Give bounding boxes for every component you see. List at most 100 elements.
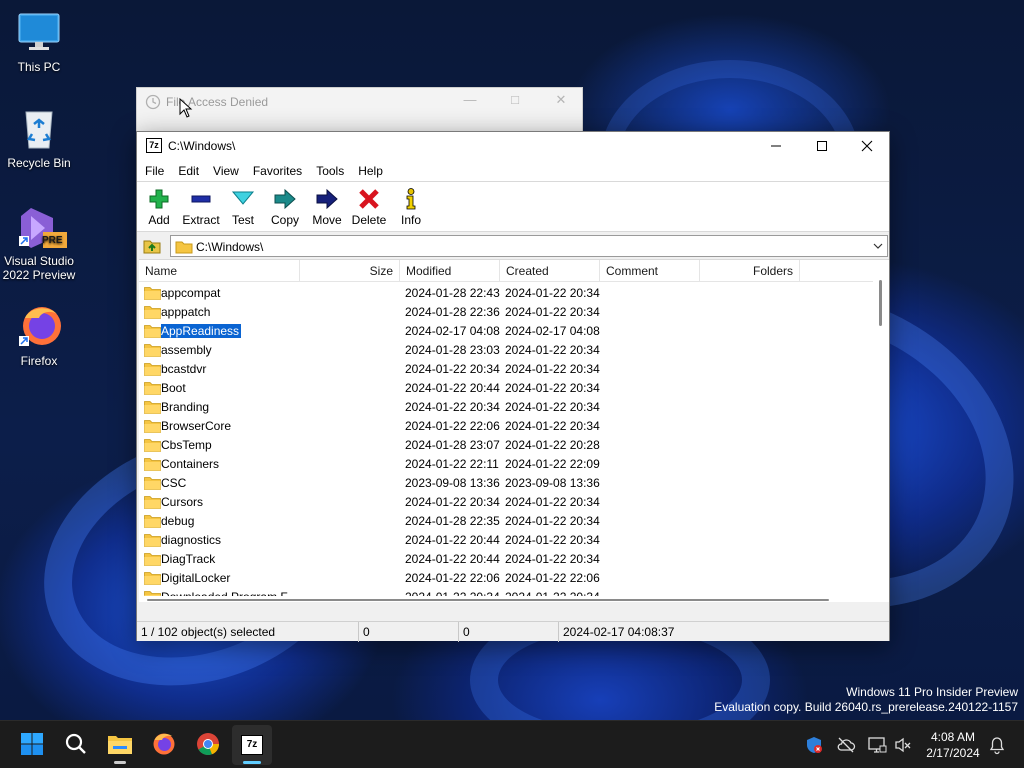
minimize-button[interactable] [753, 132, 799, 160]
maximize-button[interactable] [799, 132, 845, 160]
table-row[interactable]: CbsTemp 2024-01-28 23:07 2024-01-22 20:28 [139, 436, 873, 455]
column-folders[interactable]: Folders [700, 260, 800, 282]
search-button[interactable] [56, 725, 96, 765]
file-created: 2024-01-22 20:34 [505, 362, 600, 376]
table-row[interactable]: diagnostics 2024-01-22 20:44 2024-01-22 20… [139, 531, 873, 550]
monitor-icon [17, 10, 61, 54]
copy-arrow-icon [273, 188, 297, 210]
file-modified: 2024-01-22 22:06 [405, 571, 500, 585]
taskbar-file-explorer[interactable] [100, 725, 140, 765]
start-button[interactable] [12, 725, 52, 765]
column-name[interactable]: Name [139, 260, 300, 282]
file-created: 2024-01-22 20:34 [505, 286, 600, 300]
column-comment[interactable]: Comment [600, 260, 700, 282]
add-button[interactable]: Add [139, 186, 179, 230]
file-name: apppatch [161, 305, 211, 319]
horizontal-scroll-thumb[interactable] [147, 599, 829, 601]
file-name: CbsTemp [161, 438, 212, 452]
folder-icon [144, 381, 161, 395]
copy-button[interactable]: Copy [265, 186, 305, 230]
taskbar-chrome[interactable] [188, 725, 228, 765]
window-titlebar[interactable]: 7z C:\Windows\ [137, 132, 889, 160]
visual-studio-icon: PRE [17, 204, 67, 248]
status-packed: 0 [459, 622, 559, 642]
file-created: 2024-01-22 20:34 [505, 305, 600, 319]
table-row[interactable]: apppatch 2024-01-28 22:36 2024-01-22 20:34 [139, 303, 873, 322]
status-bar: 1 / 102 object(s) selected 0 0 2024-02-1… [137, 621, 889, 642]
column-modified[interactable]: Modified [400, 260, 500, 282]
taskbar-firefox[interactable] [144, 725, 184, 765]
clock-icon [145, 94, 161, 113]
extract-button[interactable]: Extract [181, 186, 221, 230]
file-explorer-icon [107, 733, 133, 758]
chevron-down-icon[interactable] [871, 239, 885, 253]
menu-help[interactable]: Help [352, 164, 389, 178]
desktop-icon-visual-studio[interactable]: PRE Visual Studio 2022 Preview [1, 204, 77, 282]
volume-muted-icon[interactable] [893, 735, 913, 755]
file-name: debug [161, 514, 195, 528]
status-date: 2024-02-17 04:08:37 [563, 625, 675, 639]
up-folder-button[interactable] [141, 236, 163, 256]
delete-button[interactable]: Delete [349, 186, 389, 230]
vertical-scrollbar[interactable] [873, 260, 889, 602]
table-row[interactable]: bcastdvr 2024-01-22 20:34 2024-01-22 20:34 [139, 360, 873, 379]
bg-maximize-button[interactable]: □ [495, 92, 535, 114]
folder-icon [144, 495, 161, 509]
active-indicator [243, 761, 261, 764]
notification-bell-icon[interactable] [987, 735, 1007, 755]
table-row[interactable]: CSC 2023-09-08 13:36 2023-09-08 13:36 [139, 474, 873, 493]
7zip-app-icon: 7z [146, 138, 162, 153]
folder-icon [144, 419, 161, 433]
move-button[interactable]: Move [307, 186, 347, 230]
address-input[interactable]: C:\Windows\ [170, 235, 888, 257]
desktop-icon-recycle-bin[interactable]: Recycle Bin [1, 106, 77, 170]
table-row[interactable]: Containers 2024-01-22 22:11 2024-01-22 22:… [139, 455, 873, 474]
test-button[interactable]: Test [223, 186, 263, 230]
7zip-icon: 7z [241, 735, 263, 755]
menu-favorites[interactable]: Favorites [247, 164, 308, 178]
info-button[interactable]: Info [391, 186, 431, 230]
desktop-icon-firefox[interactable]: Firefox [1, 304, 77, 368]
table-row[interactable]: Cursors 2024-01-22 20:34 2024-01-22 20:34 [139, 493, 873, 512]
menu-tools[interactable]: Tools [310, 164, 350, 178]
table-row[interactable]: BrowserCore 2024-01-22 22:06 2024-01-22 20… [139, 417, 873, 436]
table-row[interactable]: Boot 2024-01-22 20:44 2024-01-22 20:34 [139, 379, 873, 398]
table-row[interactable]: DigitalLocker 2024-01-22 22:06 2024-01-22 … [139, 569, 873, 588]
folder-icon [144, 514, 161, 528]
folder-icon [144, 324, 161, 338]
network-icon[interactable] [867, 735, 887, 755]
vertical-scroll-thumb[interactable] [879, 280, 882, 326]
taskbar-7zip[interactable]: 7z [232, 725, 272, 765]
cloud-offline-icon[interactable] [836, 735, 856, 755]
menu-edit[interactable]: Edit [172, 164, 205, 178]
column-created[interactable]: Created [500, 260, 600, 282]
table-row[interactable]: appcompat 2024-01-28 22:43 2024-01-22 20:3… [139, 284, 873, 303]
list-header: Name Size Modified Created Comment Folde… [139, 260, 873, 282]
table-row[interactable]: Branding 2024-01-22 20:34 2024-01-22 20:34 [139, 398, 873, 417]
clock-date: 2/17/2024 [926, 746, 980, 760]
folder-icon [175, 240, 193, 257]
watermark-line2: Evaluation copy. Build 26040.rs_prerelea… [714, 700, 1018, 714]
file-created: 2024-01-22 20:34 [505, 400, 600, 414]
table-row[interactable]: assembly 2024-01-28 23:03 2024-01-22 20:34 [139, 341, 873, 360]
column-size[interactable]: Size [300, 260, 400, 282]
file-created: 2024-01-22 20:28 [505, 438, 600, 452]
close-button[interactable] [844, 132, 890, 160]
table-row[interactable]: DiagTrack 2024-01-22 20:44 2024-01-22 20:3… [139, 550, 873, 569]
file-list[interactable]: Name Size Modified Created Comment Folde… [139, 259, 889, 602]
table-row[interactable]: debug 2024-01-28 22:35 2024-01-22 20:34 [139, 512, 873, 531]
address-text: C:\Windows\ [196, 240, 264, 254]
table-row[interactable]: AppReadiness 2024-02-17 04:08 2024-02-17 0… [139, 322, 873, 341]
horizontal-scrollbar[interactable] [139, 596, 873, 602]
firefox-icon [17, 304, 61, 348]
desktop-icon-this-pc[interactable]: This PC [1, 10, 77, 74]
menu-file[interactable]: File [139, 164, 170, 178]
folder-icon [144, 400, 161, 414]
bg-minimize-button[interactable]: — [450, 92, 490, 114]
file-modified: 2024-01-28 23:03 [405, 343, 500, 357]
system-clock[interactable]: 4:08 AM 2/17/2024 [920, 729, 986, 761]
menu-view[interactable]: View [207, 164, 245, 178]
bg-close-button[interactable]: ✕ [541, 92, 581, 114]
7zip-window[interactable]: 7z C:\Windows\ File Edit View Favorites … [136, 131, 890, 642]
security-shield-icon[interactable] [804, 735, 824, 755]
